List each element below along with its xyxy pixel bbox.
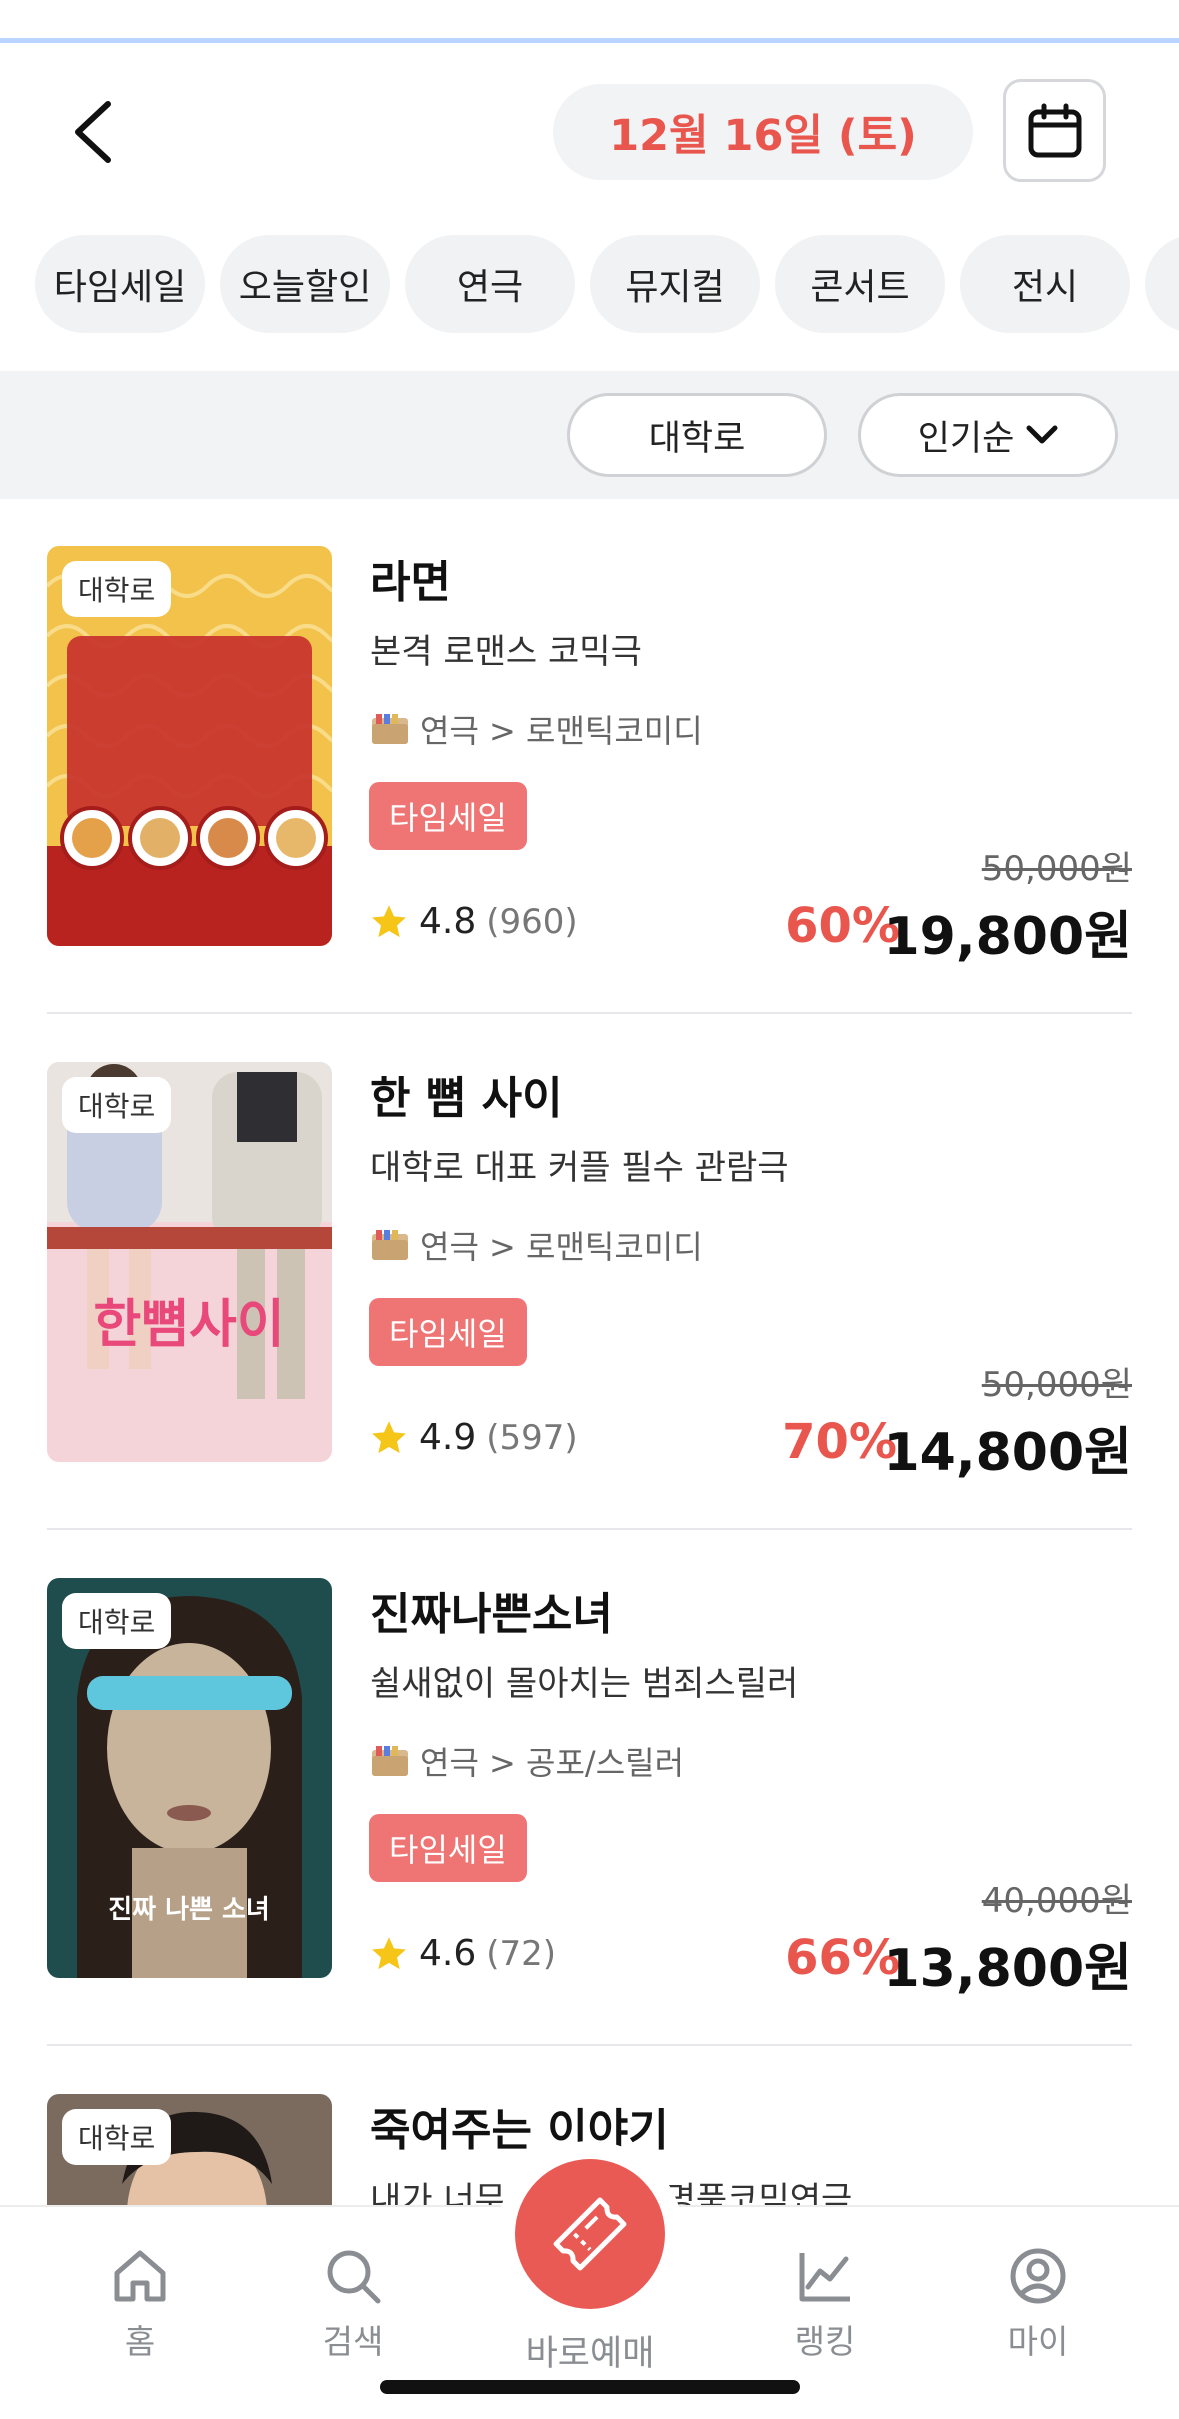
item-subtitle: 쉴새없이 몰아치는 범죄스릴러 xyxy=(370,1664,799,1704)
search-icon xyxy=(327,2250,381,2304)
folder-icon xyxy=(372,1746,408,1776)
list-item[interactable]: 진짜 나쁜 소녀 대학로 진짜나쁜소녀 쉴새없이 몰아치는 범죄스릴러 연극 >… xyxy=(47,1578,1132,1999)
original-price: 50,000원 xyxy=(981,849,1132,889)
item-title: 한 뼘 사이 xyxy=(370,1073,563,1124)
home-icon xyxy=(114,2250,166,2302)
timesale-badge: 타임세일 xyxy=(369,1298,527,1366)
star-icon xyxy=(372,904,406,937)
item-subtitle: 본격 로맨스 코믹극 xyxy=(370,632,642,672)
folder-icon xyxy=(372,1230,408,1260)
folder-icon xyxy=(372,714,408,744)
chip-musical[interactable]: 뮤지컬 xyxy=(590,235,760,333)
chip-more[interactable] xyxy=(1145,235,1179,333)
discount-rate: 70% xyxy=(782,1414,897,1470)
star-icon xyxy=(372,1420,406,1453)
nav-search[interactable]: 검색 xyxy=(273,2247,433,2363)
nav-ranking[interactable]: 랭킹 xyxy=(745,2247,905,2363)
item-genre: 연극 > 공포/스릴러 xyxy=(370,1738,684,1784)
list-item[interactable]: 한뼘사이 대학로 한 뼘 사이 대학로 대표 커플 필수 관람극 연극 > 로맨… xyxy=(47,1062,1132,1483)
star-icon xyxy=(372,1936,406,1969)
date-selector[interactable]: 12월 16일 (토) xyxy=(553,84,973,180)
sale-price: 14,800원 xyxy=(883,1423,1132,1483)
item-rating: 4.6 (72) xyxy=(369,1933,556,1974)
quick-booking-label: 바로예매 xyxy=(525,2334,655,2374)
divider xyxy=(47,2044,1132,2046)
calendar-button[interactable] xyxy=(1003,79,1106,182)
region-filter-button[interactable]: 대학로 xyxy=(567,393,827,477)
sort-dropdown[interactable]: 인기순 xyxy=(858,393,1118,477)
chip-play[interactable]: 연극 xyxy=(405,235,575,333)
filter-bar: 대학로 인기순 xyxy=(0,371,1179,499)
divider xyxy=(47,1012,1132,1014)
item-genre: 연극 > 로맨틱코미디 xyxy=(370,706,703,752)
back-button[interactable] xyxy=(52,92,132,172)
chip-concert[interactable]: 콘서트 xyxy=(775,235,945,333)
list-item[interactable]: 대학로 라면 본격 로맨스 코믹극 연극 > 로맨틱코미디 타임세일 4.8 (… xyxy=(47,546,1132,967)
poster-image: 대학로 xyxy=(47,546,332,946)
original-price: 40,000원 xyxy=(981,1881,1132,1921)
poster-image: 한뼘사이 대학로 xyxy=(47,1062,332,1462)
chart-icon xyxy=(799,2253,850,2302)
ticket-icon xyxy=(553,2197,627,2271)
item-title: 라면 xyxy=(370,557,451,608)
item-title: 죽여주는 이야기 xyxy=(370,2105,669,2156)
home-indicator xyxy=(380,2380,800,2394)
location-badge: 대학로 xyxy=(62,561,172,617)
chip-exhibition[interactable]: 전시 xyxy=(960,235,1130,333)
date-label: 12월 16일 (토) xyxy=(609,111,917,161)
calendar-icon xyxy=(1028,103,1081,157)
timesale-badge: 타임세일 xyxy=(369,1814,527,1882)
item-title: 진짜나쁜소녀 xyxy=(370,1589,613,1640)
timesale-badge: 타임세일 xyxy=(369,782,527,850)
svg-text:한뼘사이: 한뼘사이 xyxy=(93,1295,284,1355)
poster-image: 대학로 xyxy=(47,2094,332,2205)
poster-image: 진짜 나쁜 소녀 대학로 xyxy=(47,1578,332,1978)
top-accent-line xyxy=(0,38,1179,43)
sale-price: 19,800원 xyxy=(883,907,1132,967)
divider xyxy=(47,1528,1132,1530)
location-badge: 대학로 xyxy=(62,1077,172,1133)
chip-timesale[interactable]: 타임세일 xyxy=(35,235,205,333)
item-rating: 4.8 (960) xyxy=(369,901,578,942)
chevron-left-icon xyxy=(75,101,111,163)
chip-today-discount[interactable]: 오늘할인 xyxy=(220,235,390,333)
sale-price: 13,800원 xyxy=(883,1939,1132,1999)
nav-my[interactable]: 마이 xyxy=(958,2247,1118,2363)
item-subtitle: 대학로 대표 커플 필수 관람극 xyxy=(370,1148,789,1188)
quick-booking-button[interactable] xyxy=(515,2159,665,2309)
item-rating: 4.9 (597) xyxy=(369,1417,578,1458)
category-chips: 타임세일 오늘할인 연극 뮤지컬 콘서트 전시 xyxy=(35,235,1179,335)
nav-home[interactable]: 홈 xyxy=(60,2247,220,2363)
chevron-down-icon xyxy=(1026,425,1058,444)
item-genre: 연극 > 로맨틱코미디 xyxy=(370,1222,703,1268)
original-price: 50,000원 xyxy=(981,1365,1132,1405)
svg-text:진짜 나쁜 소녀: 진짜 나쁜 소녀 xyxy=(108,1895,270,1925)
location-badge: 대학로 xyxy=(62,2109,172,2165)
user-icon xyxy=(1010,2248,1066,2304)
location-badge: 대학로 xyxy=(62,1593,172,1649)
